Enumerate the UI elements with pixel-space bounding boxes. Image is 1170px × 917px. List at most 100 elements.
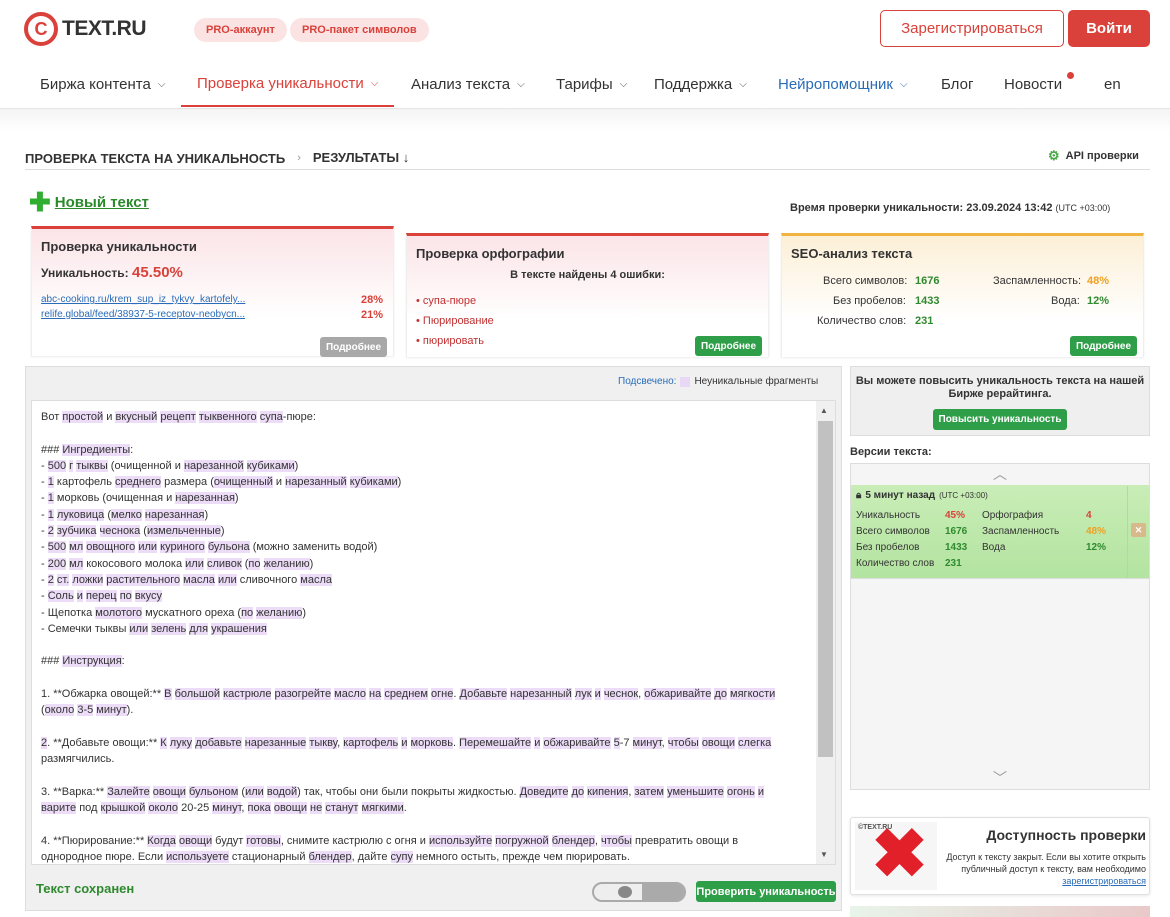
non-unique-fragment: мягкости: [730, 688, 776, 701]
text-fragment: -: [41, 459, 48, 472]
nav-content-exchange[interactable]: Биржа контента ⌵: [40, 61, 165, 107]
non-unique-fragment: 2: [47, 573, 54, 586]
non-unique-fragment: водой: [266, 785, 298, 798]
chevron-down-icon: ⌵: [370, 77, 379, 89]
text-fragment: ): [302, 606, 307, 619]
nav-ai-assistant[interactable]: Нейропомощник ⌵: [778, 61, 908, 107]
nav-tariffs[interactable]: Тарифы ⌵: [556, 61, 627, 107]
non-unique-fragment: тыкву: [309, 736, 338, 749]
text-area[interactable]: Вот простой и вкусный рецепт тыквенного …: [31, 400, 836, 865]
nav-text-analysis[interactable]: Анализ текста ⌵: [411, 61, 525, 107]
non-unique-fragment: тыквы: [76, 459, 108, 472]
new-text-link[interactable]: ✚ Новый текст: [29, 187, 149, 217]
nav-lang-en[interactable]: en: [1104, 61, 1121, 107]
non-unique-fragment: готовы: [246, 834, 281, 847]
chevron-down-icon: ⌵: [899, 78, 908, 90]
access-register-link[interactable]: зарегистрироваться: [1062, 876, 1146, 886]
seo-more-button[interactable]: Подробнее: [1070, 336, 1137, 356]
source-link[interactable]: abc-cooking.ru/krem_sup_iz_tykvy_kartofe…: [41, 294, 245, 305]
text-fragment: ###: [41, 655, 63, 668]
nav-uniqueness-check[interactable]: Проверка уникальности ⌵: [181, 61, 395, 107]
non-unique-fragment: рецепт: [160, 411, 196, 423]
non-unique-fragment: Инструкция: [62, 655, 122, 668]
scroll-up-icon[interactable]: ▲: [820, 406, 828, 415]
source-link[interactable]: relife.global/feed/38937-5-receptov-neob…: [41, 309, 245, 320]
non-unique-fragment: используйте: [428, 834, 493, 847]
text-scrollbar[interactable]: ▲ ▼: [816, 401, 835, 864]
uniqueness-more-button[interactable]: Подробнее: [320, 337, 387, 357]
text-fragment: картофель: [53, 476, 116, 489]
text-fragment: -: [41, 541, 48, 554]
uniqueness-result: Уникальность: 45.50%: [41, 264, 393, 281]
non-unique-fragment: для: [189, 622, 209, 635]
text-fragment: -пюре:: [282, 411, 316, 423]
text-line: - 1 морковь (очищенная и нарезанная): [41, 490, 803, 506]
chevron-down-icon: ⌵: [157, 78, 166, 90]
non-unique-fragment: блендер: [551, 834, 595, 847]
non-unique-fragment: морковь: [410, 736, 453, 749]
chevron-down-icon[interactable]: ﹀: [851, 768, 1149, 789]
text-fragment: немного остыть, прежде чем пюрировать.: [412, 851, 630, 864]
toggle-knob[interactable]: [618, 886, 632, 898]
spelling-more-button[interactable]: Подробнее: [695, 336, 762, 356]
copyright-icon: C: [24, 12, 58, 46]
api-link[interactable]: ⚙ API проверки: [1048, 148, 1139, 164]
login-button[interactable]: Войти: [1068, 10, 1150, 47]
text-line: ### Ингредиенты:: [41, 442, 803, 458]
non-unique-fragment: кастрюле: [223, 688, 272, 701]
text-line: 1. **Обжарка овощей:** В большой кастрюл…: [41, 686, 803, 702]
non-unique-fragment: кипения: [587, 785, 629, 798]
pro-account-badge[interactable]: PRO-аккаунт: [194, 18, 287, 42]
toggle-fill: [642, 884, 684, 900]
text-fragment: :: [130, 443, 134, 456]
spelling-error[interactable]: • пюрировать: [416, 335, 484, 347]
text-fragment: -7: [619, 736, 633, 749]
non-unique-fragment: кубиками: [246, 459, 295, 472]
spelling-error[interactable]: • супа-пюре: [416, 295, 476, 307]
scroll-thumb[interactable]: [818, 421, 833, 757]
register-button[interactable]: Зарегистрироваться: [880, 10, 1064, 47]
text-fragment: -: [41, 590, 48, 603]
improve-uniqueness-button[interactable]: Повысить уникальность: [933, 409, 1067, 430]
non-unique-fragment: масла: [183, 573, 215, 586]
seo-value: 48%: [1087, 275, 1110, 287]
non-unique-fragment: Добавьте: [459, 688, 508, 701]
text-fragment: - Семечки тыквы: [41, 622, 130, 635]
pro-package-badge[interactable]: PRO-пакет символов: [290, 18, 429, 42]
non-unique-fragment: картофель: [343, 736, 399, 749]
text-fragment: . **Добавьте овощи:**: [47, 736, 161, 749]
delete-version-icon[interactable]: ✕: [1131, 523, 1146, 537]
non-unique-fragment: и: [594, 688, 601, 701]
plus-icon: ✚: [29, 187, 51, 217]
mode-toggle[interactable]: [592, 882, 686, 902]
nav-news[interactable]: Новости: [1004, 61, 1062, 107]
text-line: - 2 ст. ложки растительного масла или сл…: [41, 572, 803, 588]
seo-label: Вода:: [1051, 295, 1080, 307]
text-fragment: размера (: [161, 476, 214, 489]
site-logo[interactable]: C TEXT.RU: [24, 12, 147, 46]
text-fragment: однородное пюре. Если: [41, 851, 167, 864]
spelling-error[interactable]: • Пюрирование: [416, 315, 494, 327]
nav-blog[interactable]: Блог: [941, 61, 973, 107]
chevron-up-icon[interactable]: ︿: [851, 464, 1149, 485]
text-fragment: ): [397, 476, 402, 489]
non-unique-fragment: супа: [259, 411, 283, 423]
non-unique-fragment: перец: [86, 590, 117, 603]
breadcrumb-results: РЕЗУЛЬТАТЫ ↓: [312, 146, 410, 170]
nav-label: Блог: [941, 75, 974, 93]
scroll-down-icon[interactable]: ▼: [820, 850, 828, 859]
non-unique-fragment: овощи: [701, 736, 735, 749]
non-unique-fragment: мягкими: [361, 802, 404, 815]
non-unique-fragment: добавьте: [195, 736, 242, 749]
nav-label: Новости: [1004, 75, 1063, 93]
nav-support[interactable]: Поддержка ⌵: [654, 61, 747, 107]
non-unique-fragment: Перемешайте: [459, 736, 532, 749]
text-fragment: 4. **Пюрирование:**: [41, 834, 148, 847]
breadcrumb-check[interactable]: ПРОВЕРКА ТЕКСТА НА УНИКАЛЬНОСТЬ: [25, 151, 285, 166]
check-uniqueness-button[interactable]: Проверить уникальность: [696, 881, 836, 902]
text-fragment: ): [220, 525, 225, 538]
non-unique-fragment: В: [164, 688, 172, 701]
check-time-label: Время проверки уникальности: 23.09.2024 …: [790, 202, 1053, 214]
version-item[interactable]: 🔒︎ 5 минут назад (UTC +03:00) Уникальность…: [851, 485, 1149, 579]
spelling-found: В тексте найдены 4 ошибки:: [510, 269, 665, 281]
